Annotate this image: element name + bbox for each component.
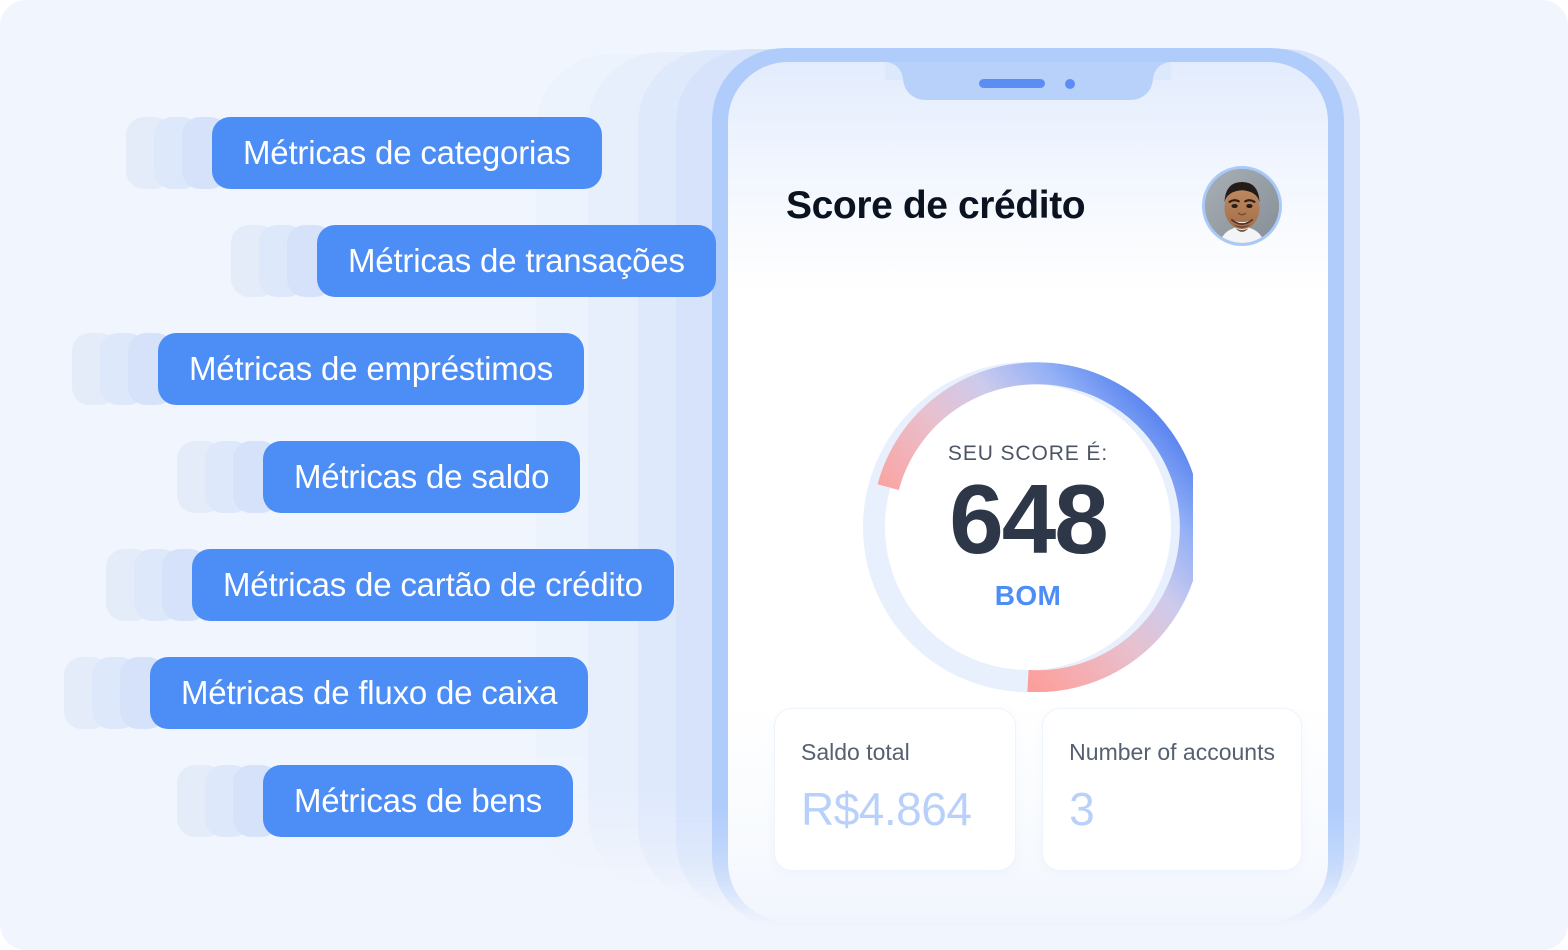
- speaker-bar-icon: [979, 79, 1045, 88]
- pill-label: Métricas de bens: [294, 782, 543, 819]
- pill-label: Métricas de transações: [348, 242, 685, 279]
- pill-row-saldo: Métricas de saldo: [177, 441, 581, 513]
- user-avatar-photo[interactable]: [1202, 166, 1282, 246]
- pill-row-emprestimos: Métricas de empréstimos: [72, 333, 585, 405]
- pill-row-bens: Métricas de bens: [177, 765, 574, 837]
- stat-label: Number of accounts: [1069, 739, 1275, 765]
- stat-value: 3: [1069, 783, 1095, 835]
- pill-label: Métricas de categorias: [243, 134, 571, 171]
- pill-label: Métricas de fluxo de caixa: [181, 674, 558, 711]
- stat-value: R$4.864: [801, 783, 972, 835]
- phone-notch: [885, 62, 1171, 100]
- pill-row-categorias: Métricas de categorias: [126, 117, 602, 189]
- sidebar-item-metricas-de-transacoes[interactable]: Métricas de transações: [317, 225, 716, 297]
- front-camera-icon: [1065, 79, 1075, 89]
- sidebar-item-metricas-de-fluxo-de-caixa[interactable]: Métricas de fluxo de caixa: [150, 657, 589, 729]
- stat-card-saldo-total[interactable]: Saldo total R$4.864: [774, 708, 1017, 871]
- stat-label: Saldo total: [801, 739, 910, 765]
- sidebar-item-metricas-de-bens[interactable]: Métricas de bens: [263, 765, 574, 837]
- sidebar-item-metricas-de-categorias[interactable]: Métricas de categorias: [212, 117, 602, 189]
- notch-ear-right: [1153, 62, 1171, 80]
- notch-ear-left: [885, 62, 903, 80]
- app-header: Score de crédito: [728, 160, 1328, 252]
- phone-screen: Score de crédito SEU SCORE É: 648 BOM Sa…: [728, 62, 1328, 922]
- pill-row-fluxo-de-caixa: Métricas de fluxo de caixa: [64, 657, 589, 729]
- stat-card-row: Saldo total R$4.864 Number of accounts 3: [774, 708, 1302, 871]
- stat-card-number-of-accounts[interactable]: Number of accounts 3: [1042, 708, 1302, 871]
- pill-label: Métricas de saldo: [294, 458, 550, 495]
- sidebar-item-metricas-de-cartao-de-credito[interactable]: Métricas de cartão de crédito: [192, 549, 674, 621]
- sidebar-item-metricas-de-emprestimos[interactable]: Métricas de empréstimos: [158, 333, 585, 405]
- pill-label: Métricas de empréstimos: [189, 350, 554, 387]
- sidebar-item-metricas-de-saldo[interactable]: Métricas de saldo: [263, 441, 581, 513]
- page-title: Score de crédito: [786, 184, 1086, 227]
- page-root: Score de crédito SEU SCORE É: 648 BOM Sa…: [0, 0, 1568, 950]
- pill-label: Métricas de cartão de crédito: [223, 566, 643, 603]
- pill-row-transacoes: Métricas de transações: [231, 225, 716, 297]
- pill-row-cartao-de-credito: Métricas de cartão de crédito: [106, 549, 674, 621]
- credit-score-gauge: SEU SCORE É: 648 BOM: [863, 362, 1193, 692]
